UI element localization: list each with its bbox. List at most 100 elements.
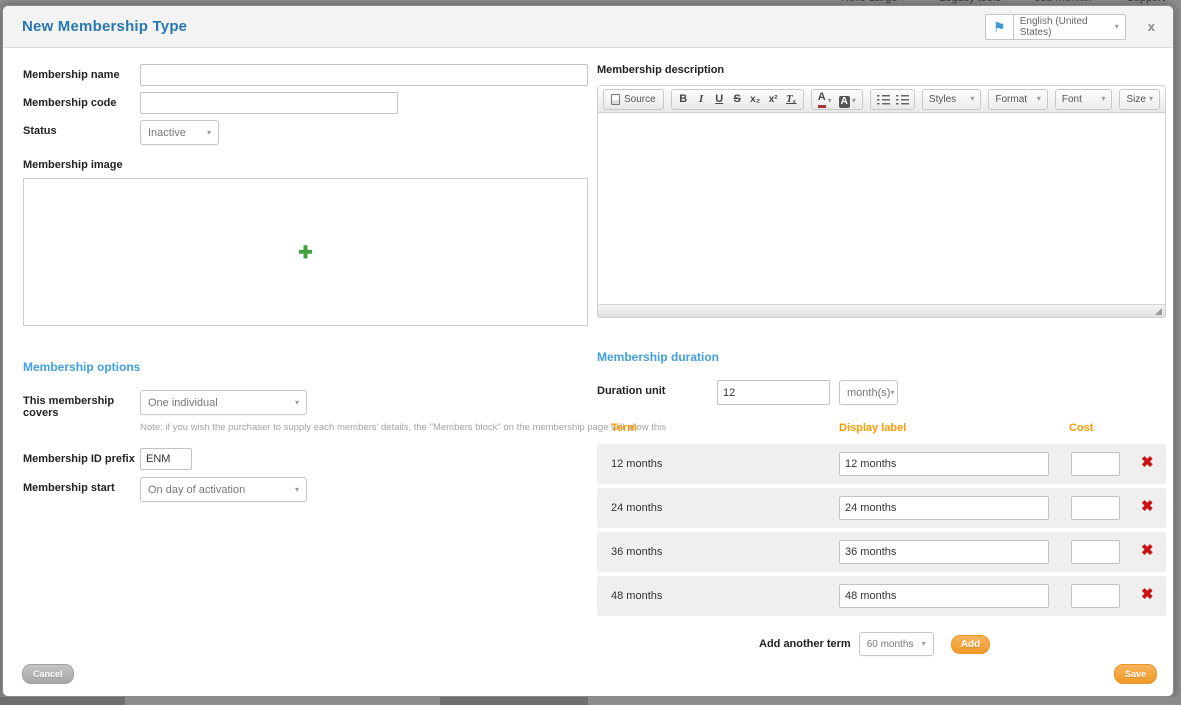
source-button[interactable]: Source	[607, 91, 660, 108]
add-term-select-value: 60 months	[867, 639, 914, 650]
superscript-button[interactable]: x²	[765, 91, 782, 108]
duration-unit-select-value: month(s)	[847, 387, 890, 399]
chevron-down-icon: ▾	[1037, 95, 1041, 103]
display-label-input[interactable]	[839, 496, 1049, 520]
backdrop-page-bottom	[0, 697, 1181, 705]
backdrop-nav-job-monitor[interactable]: Job monitor	[1035, 0, 1092, 4]
add-term-select[interactable]: 60 months ▾	[859, 632, 934, 656]
chevron-down-icon: ▾	[207, 129, 211, 137]
membership-description-label: Membership description	[597, 64, 1166, 76]
covers-select-value: One individual	[148, 397, 218, 409]
add-button[interactable]: Add	[951, 635, 990, 654]
duration-unit-input[interactable]	[717, 380, 830, 405]
term-text: 36 months	[611, 546, 662, 558]
membership-image-upload[interactable]: ✚	[23, 178, 588, 326]
chevron-down-icon: ▾	[1149, 95, 1153, 103]
resize-handle-icon[interactable]	[1155, 308, 1162, 315]
chevron-down-icon: ▾	[922, 640, 926, 648]
membership-start-label: Membership start	[23, 477, 140, 494]
strikethrough-button[interactable]: S	[729, 91, 746, 108]
table-row: 24 months ✖	[597, 488, 1166, 528]
language-select-value: English (United States)	[1020, 16, 1115, 38]
backdrop-nav-legacy-tools[interactable]: Legacy tools	[939, 0, 1001, 4]
id-prefix-label: Membership ID prefix	[23, 448, 140, 465]
italic-button[interactable]: I	[693, 91, 710, 108]
page-title: New Membership Type	[22, 18, 187, 35]
language-flag-box: ⚑	[985, 14, 1014, 40]
table-row: 36 months ✖	[597, 532, 1166, 572]
covers-note: Note: if you wish the purchaser to suppl…	[140, 422, 588, 433]
flag-icon: ⚑	[993, 20, 1006, 34]
numbered-list-icon[interactable]	[876, 94, 890, 105]
editor-toolbar: Source B I U S x₂ x² Tₓ A	[598, 86, 1165, 113]
duration-table-headers: Term Display label Cost	[597, 422, 1166, 435]
subscript-button[interactable]: x₂	[747, 91, 764, 108]
chevron-down-icon: ▾	[901, 0, 905, 3]
chevron-down-icon: ▾	[295, 399, 299, 407]
display-label-input[interactable]	[839, 584, 1049, 608]
delete-row-icon[interactable]: ✖	[1141, 587, 1154, 602]
id-prefix-input[interactable]	[140, 448, 192, 470]
close-icon[interactable]: x	[1144, 17, 1159, 36]
language-select[interactable]: English (United States) ▾	[1014, 14, 1126, 40]
underline-button[interactable]: U	[711, 91, 728, 108]
table-row: 48 months ✖	[597, 576, 1166, 616]
duration-unit-label: Duration unit	[597, 380, 717, 397]
format-select[interactable]: Format ▾	[988, 89, 1047, 110]
right-column: Membership description Source B I U S	[597, 64, 1166, 656]
status-select[interactable]: Inactive ▾	[140, 120, 219, 145]
text-color-button[interactable]: A ▾	[815, 91, 835, 108]
chevron-down-icon: ▾	[890, 389, 894, 397]
term-column-header: Term	[611, 422, 637, 434]
backdrop-nav: Hello Large▾ Legacy tools Job monitor Su…	[0, 0, 1181, 4]
display-label-column-header: Display label	[839, 422, 906, 434]
add-another-term-label: Add another term	[759, 638, 851, 650]
delete-row-icon[interactable]: ✖	[1141, 499, 1154, 514]
new-membership-type-modal: New Membership Type ⚑ English (United St…	[2, 5, 1174, 697]
modal-header: New Membership Type ⚑ English (United St…	[3, 6, 1173, 48]
term-text: 48 months	[611, 590, 662, 602]
description-editor-area[interactable]	[598, 113, 1165, 304]
editor-statusbar	[598, 304, 1165, 317]
duration-unit-select[interactable]: month(s) ▾	[839, 380, 898, 405]
cost-input[interactable]	[1071, 584, 1120, 608]
cost-input[interactable]	[1071, 452, 1120, 476]
add-image-icon: ✚	[298, 244, 312, 261]
term-text: 12 months	[611, 458, 662, 470]
membership-code-label: Membership code	[23, 92, 140, 109]
bulleted-list-icon[interactable]	[895, 94, 909, 105]
bold-button[interactable]: B	[675, 91, 692, 108]
font-select[interactable]: Font ▾	[1055, 89, 1113, 110]
covers-select[interactable]: One individual ▾	[140, 390, 307, 415]
membership-code-input[interactable]	[140, 92, 398, 114]
table-row: 12 months ✖	[597, 444, 1166, 484]
chevron-down-icon: ▾	[1101, 95, 1105, 103]
display-label-input[interactable]	[839, 452, 1049, 476]
add-term-row: Add another term 60 months ▾ Add	[597, 632, 1166, 656]
styles-select[interactable]: Styles ▾	[922, 89, 981, 110]
left-column: Membership name Membership code Status I…	[23, 64, 588, 502]
chevron-down-icon: ▾	[852, 97, 856, 105]
delete-row-icon[interactable]: ✖	[1141, 543, 1154, 558]
membership-start-select[interactable]: On day of activation ▾	[140, 477, 307, 502]
remove-format-button[interactable]: Tₓ	[783, 91, 800, 108]
background-color-button[interactable]: A ▾	[836, 91, 859, 108]
display-label-input[interactable]	[839, 540, 1049, 564]
membership-name-input[interactable]	[140, 64, 588, 86]
size-select[interactable]: Size ▾	[1119, 89, 1160, 110]
source-icon	[611, 94, 620, 105]
cost-input[interactable]	[1071, 540, 1120, 564]
chevron-down-icon: ▾	[828, 97, 832, 105]
backdrop-nav-user[interactable]: Hello Large▾	[841, 0, 905, 4]
cancel-button[interactable]: Cancel	[22, 664, 74, 684]
chevron-down-icon: ▾	[1115, 23, 1119, 31]
cost-column-header: Cost	[1069, 422, 1093, 434]
membership-options-heading: Membership options	[23, 360, 588, 374]
backdrop-nav-support[interactable]: Support	[1126, 0, 1165, 4]
chevron-down-icon: ▾	[970, 95, 974, 103]
status-label: Status	[23, 120, 140, 137]
term-text: 24 months	[611, 502, 662, 514]
save-button[interactable]: Save	[1114, 664, 1157, 684]
cost-input[interactable]	[1071, 496, 1120, 520]
delete-row-icon[interactable]: ✖	[1141, 455, 1154, 470]
